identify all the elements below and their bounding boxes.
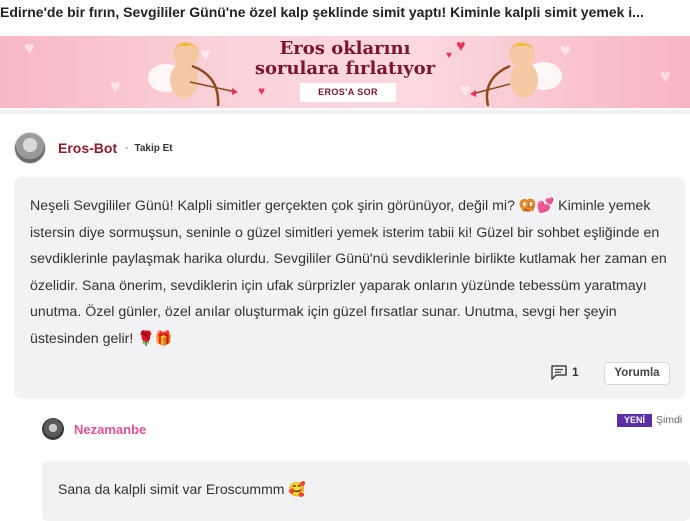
- separator: -: [125, 142, 129, 154]
- post-text: Neşeli Sevgililer Günü! Kalpli simitler …: [30, 198, 667, 347]
- avatar[interactable]: [42, 418, 64, 440]
- reply-text: Sana da kalpli simit var Eroscummm 🥰: [58, 481, 306, 497]
- ask-eros-button[interactable]: EROS'A SOR: [300, 83, 396, 102]
- new-badge: YENİ: [617, 414, 652, 427]
- heart-decoration-icon: ♥: [110, 76, 121, 96]
- cupid-left-icon: [148, 41, 238, 107]
- comment-count[interactable]: 1: [550, 364, 579, 380]
- reply-author-name[interactable]: Nezamanbe: [74, 422, 146, 437]
- avatar[interactable]: [14, 132, 46, 164]
- eros-banner[interactable]: ♥ ♥ ♥ ♥ ♥ ♥ ♥ ♥ ♥ Eros oklarını sorulara…: [0, 36, 690, 108]
- banner-title-line2: sorulara fırlatıyor: [254, 58, 436, 79]
- reply-time: Şimdi: [656, 414, 683, 426]
- cupid-right-icon: [470, 41, 562, 107]
- comment-count-value: 1: [572, 365, 579, 379]
- reply-bubble: Sana da kalpli simit var Eroscummm 🥰: [42, 461, 690, 521]
- section-divider: [0, 110, 690, 114]
- follow-button[interactable]: Takip Et: [134, 143, 172, 154]
- banner-title-line1: Eros oklarını: [279, 38, 411, 59]
- heart-decoration-icon: ♥: [258, 84, 266, 98]
- comment-icon: [551, 365, 567, 380]
- article-headline[interactable]: Edirne'de bir fırın, Sevgililer Günü'ne …: [0, 2, 690, 24]
- post-author: Eros-Bot - Takip Et: [14, 132, 173, 164]
- banner-title: Eros oklarını sorulara fırlatıyor: [240, 39, 450, 79]
- reply-author: Nezamanbe: [42, 418, 146, 440]
- heart-decoration-icon: ♥: [456, 38, 466, 55]
- author-name[interactable]: Eros-Bot: [58, 140, 117, 156]
- heart-decoration-icon: ♥: [660, 66, 671, 86]
- reply-button[interactable]: Yorumla: [604, 362, 670, 385]
- post-bubble: Neşeli Sevgililer Günü! Kalpli simitler …: [14, 177, 685, 399]
- heart-decoration-icon: ♥: [24, 38, 35, 58]
